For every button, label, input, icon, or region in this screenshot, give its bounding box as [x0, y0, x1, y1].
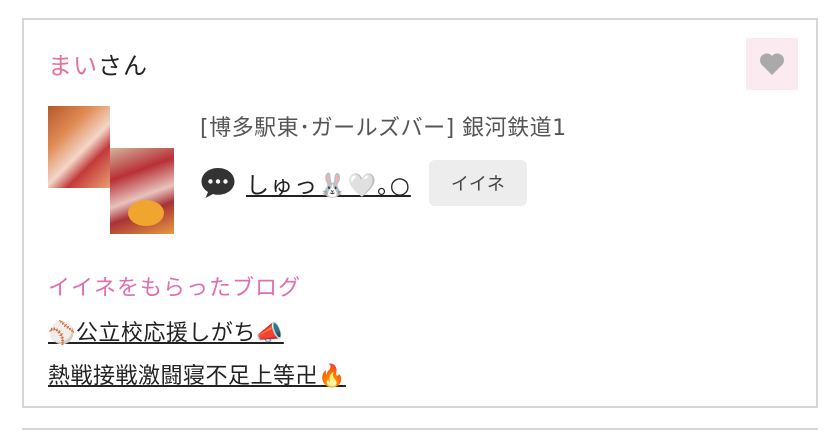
post-thumbnails[interactable] — [48, 106, 176, 234]
user-line: まいさん — [48, 46, 148, 81]
liked-blog-link[interactable]: ⚾公立校応援しがち📣 — [48, 315, 284, 347]
comment-row: しゅっ🐰🤍｡○ イイネ — [200, 160, 527, 206]
post-thumbnail[interactable] — [48, 106, 110, 188]
iine-card: まいさん [博多駅東･ガールズバー] 銀河鉄道1 しゅっ🐰🤍｡○ イイネ イイネ… — [22, 18, 818, 408]
user-name[interactable]: まい — [48, 52, 98, 80]
next-card-border — [22, 428, 818, 430]
iine-button[interactable]: イイネ — [428, 160, 527, 206]
post-thumbnail[interactable] — [110, 148, 174, 234]
heart-icon — [759, 53, 785, 75]
user-name-suffix: さん — [98, 52, 148, 80]
liked-blog-link[interactable]: 熱戦接戦激闘寝不足上等卍🔥 — [48, 358, 346, 390]
like-button[interactable] — [746, 38, 798, 90]
commenter-name-link[interactable]: しゅっ🐰🤍｡○ — [246, 166, 411, 200]
post-title[interactable]: [博多駅東･ガールズバー] 銀河鉄道1 — [200, 110, 567, 142]
liked-blogs-title: イイネをもらったブログ — [48, 276, 302, 301]
speech-bubble-icon — [201, 168, 235, 198]
